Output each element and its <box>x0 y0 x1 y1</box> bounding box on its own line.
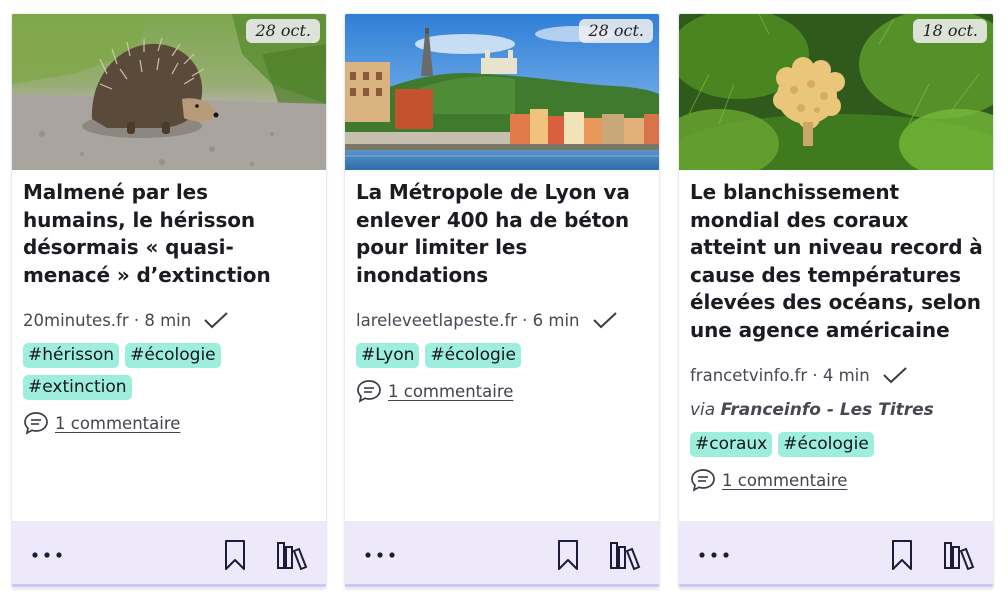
article-meta: lareleveetlapeste.fr · 6 min <box>356 309 649 331</box>
article-title[interactable]: Malmené par les humains, le hérisson dés… <box>23 179 316 289</box>
comments-count[interactable]: 1 commentaire <box>388 382 513 401</box>
tag[interactable]: #coraux <box>690 432 773 457</box>
tag[interactable]: #Lyon <box>356 343 420 368</box>
more-dots-icon[interactable] <box>363 547 397 563</box>
more-dots-icon[interactable] <box>30 547 64 563</box>
article-title[interactable]: Le blanchissement mondial des coraux att… <box>690 179 983 344</box>
date-badge: 18 oct. <box>913 19 987 43</box>
article-meta: 20minutes.fr · 8 min <box>23 309 316 331</box>
comments-link[interactable]: 1 commentaire <box>23 411 316 435</box>
check-icon[interactable] <box>882 366 908 384</box>
library-icon[interactable] <box>609 539 641 571</box>
tag[interactable]: #écologie <box>425 343 521 368</box>
tag-list: #Lyon #écologie <box>356 343 649 368</box>
source-and-read-time: 20minutes.fr · 8 min <box>23 310 192 330</box>
tag[interactable]: #écologie <box>778 432 874 457</box>
library-icon[interactable] <box>276 539 308 571</box>
feed-name[interactable]: Franceinfo - Les Titres <box>721 400 934 420</box>
bookmark-icon[interactable] <box>891 539 913 571</box>
tag[interactable]: #hérisson <box>23 343 120 368</box>
source-and-read-time: lareleveetlapeste.fr · 6 min <box>356 310 580 330</box>
card-actions <box>679 521 993 587</box>
comments-count[interactable]: 1 commentaire <box>55 414 180 433</box>
check-icon[interactable] <box>203 311 229 329</box>
article-card[interactable]: 18 oct. Le blanchissement mondial des co… <box>679 14 993 587</box>
library-icon[interactable] <box>943 539 975 571</box>
check-icon[interactable] <box>592 311 618 329</box>
source-and-read-time: francetvinfo.fr · 4 min <box>690 365 870 385</box>
comments-link[interactable]: 1 commentaire <box>690 468 983 492</box>
tag-list: #coraux #écologie <box>690 432 983 457</box>
tag-list: #hérisson #écologie #extinction <box>23 343 316 400</box>
via-feed: via Franceinfo - Les Titres <box>690 400 983 420</box>
date-badge: 28 oct. <box>246 19 320 43</box>
article-card[interactable]: 28 oct. Malmené par les humains, le héri… <box>12 14 326 587</box>
date-badge: 28 oct. <box>579 19 653 43</box>
bookmark-icon[interactable] <box>224 539 246 571</box>
article-thumbnail[interactable]: 28 oct. <box>345 14 659 170</box>
article-thumbnail[interactable]: 28 oct. <box>12 14 326 170</box>
comments-link[interactable]: 1 commentaire <box>356 379 649 403</box>
comment-bubble-icon <box>691 469 715 492</box>
article-card[interactable]: 28 oct. La Métropole de Lyon va enlever … <box>345 14 659 587</box>
more-dots-icon[interactable] <box>697 547 731 563</box>
article-title[interactable]: La Métropole de Lyon va enlever 400 ha d… <box>356 179 649 289</box>
card-actions <box>345 521 659 587</box>
tag[interactable]: #écologie <box>125 343 221 368</box>
comments-count[interactable]: 1 commentaire <box>722 471 847 490</box>
bookmark-icon[interactable] <box>557 539 579 571</box>
article-thumbnail[interactable]: 18 oct. <box>679 14 993 170</box>
comment-bubble-icon <box>357 380 381 403</box>
via-prefix: via <box>690 400 716 420</box>
tag[interactable]: #extinction <box>23 375 132 400</box>
comment-bubble-icon <box>24 412 48 435</box>
card-actions <box>12 521 326 587</box>
article-meta: francetvinfo.fr · 4 min <box>690 364 983 386</box>
